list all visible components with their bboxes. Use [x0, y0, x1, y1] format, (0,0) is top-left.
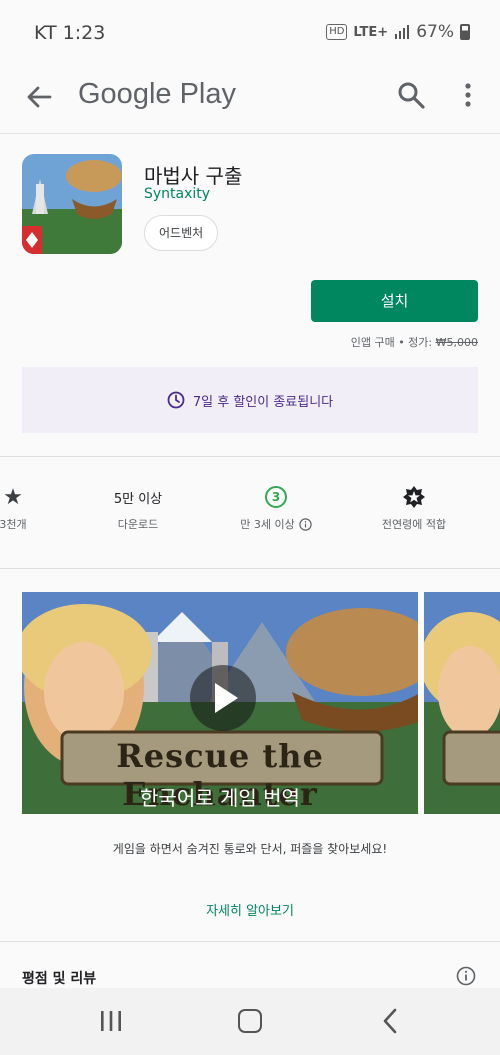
- app-name: 마법사 구출: [144, 164, 243, 188]
- download-count: 5만 이상: [113, 491, 163, 507]
- content-rating-label: 전연령에 적합: [381, 518, 447, 531]
- back-arrow-icon[interactable]: [24, 82, 54, 112]
- age-rating-badge: 3: [265, 486, 287, 508]
- video-caption: 한국어로 게임 번역: [140, 786, 300, 810]
- search-icon[interactable]: [396, 80, 426, 110]
- signal-icon: [395, 25, 410, 39]
- recent-apps-icon[interactable]: [98, 1010, 124, 1032]
- nav-back-icon[interactable]: [380, 1008, 400, 1034]
- status-bar: KT 1:23 HD LTE+ 67%: [0, 0, 500, 64]
- divider: [0, 568, 500, 569]
- divider: [0, 941, 500, 942]
- purchase-note: 인앱 구매 • 정가:: [350, 336, 433, 349]
- read-more-link[interactable]: 자세히 알아보기: [0, 900, 500, 919]
- hd-badge: HD: [326, 24, 348, 40]
- promo-banner: 7일 후 할인이 종료됩니다: [22, 367, 478, 433]
- stat-age-rating[interactable]: 3 만 3세 이상: [226, 486, 326, 532]
- play-icon: [215, 683, 238, 713]
- app-icon[interactable]: [22, 154, 122, 254]
- download-label: 다운로드: [117, 518, 159, 531]
- system-nav-bar: [0, 988, 500, 1055]
- app-bar: Google Play: [0, 64, 500, 134]
- info-icon[interactable]: [456, 966, 476, 986]
- age-rating-label: 만 3세 이상: [240, 518, 295, 531]
- play-button[interactable]: [190, 665, 256, 731]
- original-price: ₩5,000: [435, 336, 478, 349]
- clock-icon: [167, 391, 185, 409]
- info-small-icon: [299, 517, 312, 531]
- short-description: 게임을 하면서 숨겨진 통로와 단서, 퍼즐을 찾아보세요!: [112, 842, 388, 856]
- star-icon: ★: [3, 484, 23, 510]
- home-icon[interactable]: [238, 1009, 262, 1033]
- developer-link[interactable]: Syntaxity: [144, 186, 210, 202]
- ratings-reviews-heading[interactable]: 평점 및 리뷰: [22, 968, 96, 988]
- carrier-time: KT 1:23: [34, 22, 106, 44]
- divider: [0, 456, 500, 457]
- battery-percent: 67%: [416, 22, 454, 42]
- more-options-icon[interactable]: [458, 80, 478, 110]
- store-title: Google Play: [78, 78, 236, 110]
- stat-downloads: 5만 이상 다운로드: [98, 486, 178, 532]
- network-label: LTE+: [353, 24, 389, 40]
- status-icons: HD LTE+ 67%: [326, 22, 470, 42]
- screenshot-artwork: [424, 592, 500, 814]
- stat-rating[interactable]: ★ 3천개: [0, 484, 36, 532]
- price-note: 인앱 구매 • 정가: ₩5,000: [351, 334, 478, 350]
- trailer-video-thumbnail[interactable]: Rescue the Enchanter 한국어로 게임 번역: [22, 592, 418, 814]
- star-badge-icon: [403, 486, 425, 508]
- install-button[interactable]: 설치: [311, 280, 478, 322]
- genre-chip[interactable]: 어드벤처: [144, 215, 219, 251]
- stat-content-rating[interactable]: 전연령에 적합: [372, 486, 456, 532]
- screenshot-thumbnail[interactable]: [424, 592, 500, 814]
- promo-text: 7일 후 할인이 종료됩니다: [192, 394, 334, 410]
- review-count: 3천개: [0, 518, 27, 531]
- battery-icon: [460, 24, 470, 40]
